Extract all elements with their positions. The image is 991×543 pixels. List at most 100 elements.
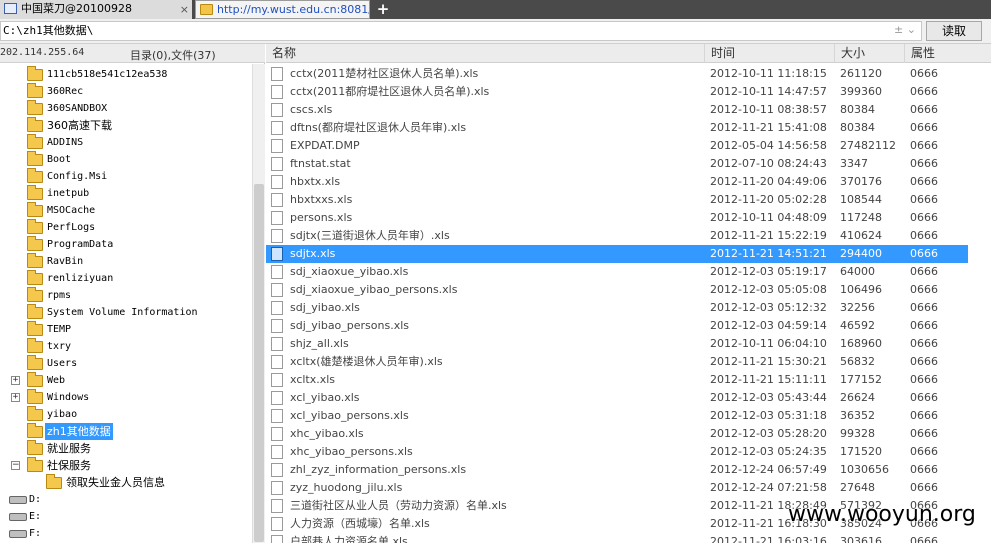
file-row[interactable]: zhl_zyz_information_persons.xls 2012-12-2…: [266, 461, 968, 479]
file-row[interactable]: shjz_all.xls 2012-10-11 06:04:10 168960 066…: [266, 335, 968, 353]
read-button[interactable]: 读取: [926, 21, 982, 41]
tree-item[interactable]: renliziyuan: [0, 270, 252, 287]
file-row[interactable]: xcl_yibao.xls 2012-12-03 05:43:44 26624 066…: [266, 389, 968, 407]
tree-item[interactable]: System Volume Information: [0, 304, 252, 321]
file-time: 2012-12-03 05:05:08: [710, 283, 827, 296]
file-row[interactable]: dftns(都府堤社区退休人员年审).xls 2012-11-21 15:41:0…: [266, 119, 968, 137]
file-attr: 0666: [910, 445, 938, 458]
window-icon: [4, 3, 17, 14]
file-row[interactable]: persons.xls 2012-10-11 04:48:09 117248 0666: [266, 209, 968, 227]
tree-item[interactable]: 领取失业金人员信息: [0, 474, 252, 491]
tree-item[interactable]: + Web: [0, 372, 252, 389]
file-name: 户部巷人力资源名单.xls: [290, 535, 408, 543]
tree-item[interactable]: + Windows: [0, 389, 252, 406]
file-row[interactable]: ftnstat.stat 2012-07-10 08:24:43 3347 0666: [266, 155, 968, 173]
column-attr[interactable]: 属性: [904, 44, 991, 63]
folder-icon: [27, 83, 43, 98]
file-row[interactable]: cscs.xls 2012-10-11 08:38:57 80384 0666: [266, 101, 968, 119]
file-row[interactable]: hbxtxxs.xls 2012-11-20 05:02:28 108544 0666: [266, 191, 968, 209]
file-row[interactable]: EXPDAT.DMP 2012-05-04 14:56:58 27482112 066…: [266, 137, 968, 155]
path-dropdown[interactable]: ± ⌄: [890, 21, 920, 41]
tree-item[interactable]: txry: [0, 338, 252, 355]
file-row[interactable]: sdj_xiaoxue_yibao.xls 2012-12-03 05:19:17…: [266, 263, 968, 281]
file-row[interactable]: cctx(2011都府堤社区退休人员名单).xls 2012-10-11 14:4…: [266, 83, 968, 101]
collapse-icon[interactable]: −: [11, 461, 20, 470]
tree-item[interactable]: 360SANDBOX: [0, 100, 252, 117]
file-row[interactable]: xcltx(雄楚楼退休人员年审).xls 2012-11-21 15:30:21 5…: [266, 353, 968, 371]
file-time: 2012-12-03 05:12:32: [710, 301, 827, 314]
file-time: 2012-12-03 05:24:35: [710, 445, 827, 458]
tree-scrollbar[interactable]: [252, 64, 265, 543]
file-attr: 0666: [910, 229, 938, 242]
file-attr: 0666: [910, 301, 938, 314]
file-row[interactable]: xhc_yibao_persons.xls 2012-12-03 05:24:35…: [266, 443, 968, 461]
tree-item[interactable]: 360Rec: [0, 83, 252, 100]
file-time: 2012-11-20 05:02:28: [710, 193, 827, 206]
file-icon: [271, 121, 283, 135]
file-row[interactable]: xcltx.xls 2012-11-21 15:11:11 177152 0666: [266, 371, 968, 389]
path-input[interactable]: C:\zh1其他数据\: [0, 21, 922, 41]
file-size: 80384: [840, 103, 875, 116]
folder-icon: [200, 4, 213, 15]
tree-item[interactable]: ProgramData: [0, 236, 252, 253]
column-time[interactable]: 时间: [704, 44, 834, 63]
tree-item-label: Web: [47, 375, 66, 386]
tree-item[interactable]: yibao: [0, 406, 252, 423]
file-row[interactable]: xhc_yibao.xls 2012-12-03 05:28:20 99328 066…: [266, 425, 968, 443]
tree-item-label: Config.Msi: [47, 171, 108, 182]
file-row[interactable]: sdj_yibao_persons.xls 2012-12-03 04:59:14…: [266, 317, 968, 335]
drive-item[interactable]: E:: [0, 508, 252, 525]
file-row[interactable]: 户部巷人力资源名单.xls 2012-11-21 16:03:16 303616 06…: [266, 533, 968, 543]
tree-item-label: MSOCache: [47, 205, 96, 216]
file-row[interactable]: hbxtx.xls 2012-11-20 04:49:06 370176 0666: [266, 173, 968, 191]
tree-item[interactable]: inetpub: [0, 185, 252, 202]
file-icon: [271, 337, 283, 351]
tree-item-label: 360Rec: [47, 86, 84, 97]
drive-item[interactable]: D:: [0, 491, 252, 508]
file-row[interactable]: sdjtx.xls 2012-11-21 14:51:21 294400 0666: [266, 245, 968, 263]
file-size: 171520: [840, 445, 882, 458]
file-attr: 0666: [910, 121, 938, 134]
file-size: 303616: [840, 535, 882, 543]
file-row[interactable]: sdjtx(三道街退休人员年审）.xls 2012-11-21 15:22:19 4…: [266, 227, 968, 245]
expand-icon[interactable]: +: [11, 376, 20, 385]
file-row[interactable]: cctx(2011楚材社区退休人员名单).xls 2012-10-11 11:18…: [266, 65, 968, 83]
tree-item[interactable]: ADDINS: [0, 134, 252, 151]
scrollbar-thumb[interactable]: [254, 184, 264, 542]
tree-item[interactable]: Boot: [0, 151, 252, 168]
tree-item[interactable]: Users: [0, 355, 252, 372]
tree-item[interactable]: 就业服务: [0, 440, 252, 457]
tree-item[interactable]: 360高速下载: [0, 117, 252, 134]
tree-item[interactable]: Config.Msi: [0, 168, 252, 185]
file-row[interactable]: xcl_yibao_persons.xls 2012-12-03 05:31:18…: [266, 407, 968, 425]
file-size: 168960: [840, 337, 882, 350]
tree-item-label: Windows: [47, 392, 90, 403]
file-attr: 0666: [910, 103, 938, 116]
file-row[interactable]: sdj_xiaoxue_yibao_persons.xls 2012-12-03 …: [266, 281, 968, 299]
file-size: 99328: [840, 427, 875, 440]
column-name[interactable]: 名称: [266, 44, 710, 63]
file-size: 106496: [840, 283, 882, 296]
file-size: 64000: [840, 265, 875, 278]
file-scrollbar[interactable]: [968, 64, 991, 543]
close-icon[interactable]: ×: [180, 1, 189, 19]
file-row[interactable]: sdj_yibao.xls 2012-12-03 05:12:32 32256 066…: [266, 299, 968, 317]
tree-item[interactable]: − 社保服务: [0, 457, 252, 474]
tree-item[interactable]: TEMP: [0, 321, 252, 338]
tree-item-label: TEMP: [47, 324, 72, 335]
tree-item[interactable]: MSOCache: [0, 202, 252, 219]
tree-item-label: 360SANDBOX: [47, 103, 108, 114]
file-row[interactable]: zyz_huodong_jilu.xls 2012-12-24 07:21:58 2…: [266, 479, 968, 497]
tree-item[interactable]: zh1其他数据: [0, 423, 252, 440]
tree-item[interactable]: 111cb518e541c12ea538: [0, 66, 252, 83]
tree-item[interactable]: rpms: [0, 287, 252, 304]
new-tab-button[interactable]: +: [376, 0, 390, 19]
tab-url[interactable]: http://my.wust.edu.cn:8081/j...: [195, 0, 370, 19]
tree-item[interactable]: PerfLogs: [0, 219, 252, 236]
tab-chopper[interactable]: 中国菜刀@20100928 ×: [0, 0, 192, 19]
folder-icon: [27, 338, 43, 353]
column-size[interactable]: 大小: [834, 44, 904, 63]
tree-item[interactable]: RavBin: [0, 253, 252, 270]
expand-icon[interactable]: +: [11, 393, 20, 402]
drive-item[interactable]: F:: [0, 525, 252, 542]
